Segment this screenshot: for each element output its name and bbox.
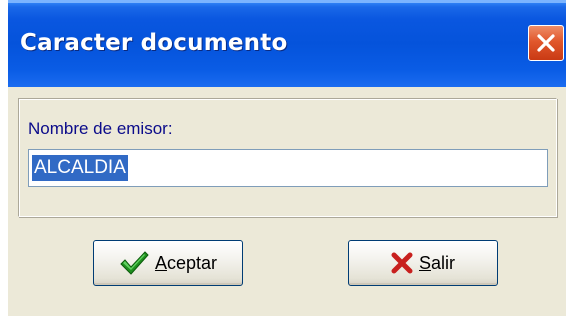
issuer-input[interactable]: ALCALDIA (28, 149, 548, 187)
x-mark-icon (391, 252, 413, 274)
checkmark-icon (119, 250, 149, 276)
close-button[interactable] (528, 25, 564, 61)
window-title: Caracter documento (20, 30, 288, 56)
exit-label: Salir (418, 252, 456, 273)
dialog-window: Caracter documento Nombre de emisor: ALC… (8, 0, 566, 316)
exit-button[interactable]: Salir (348, 240, 498, 286)
accept-button[interactable]: Aceptar (93, 240, 243, 286)
issuer-label: Nombre de emisor: (28, 119, 173, 138)
issuer-input-value: ALCALDIA (32, 155, 128, 181)
accept-label: Aceptar (154, 252, 218, 273)
title-bar[interactable]: Caracter documento (8, 0, 566, 87)
close-icon (535, 32, 557, 54)
